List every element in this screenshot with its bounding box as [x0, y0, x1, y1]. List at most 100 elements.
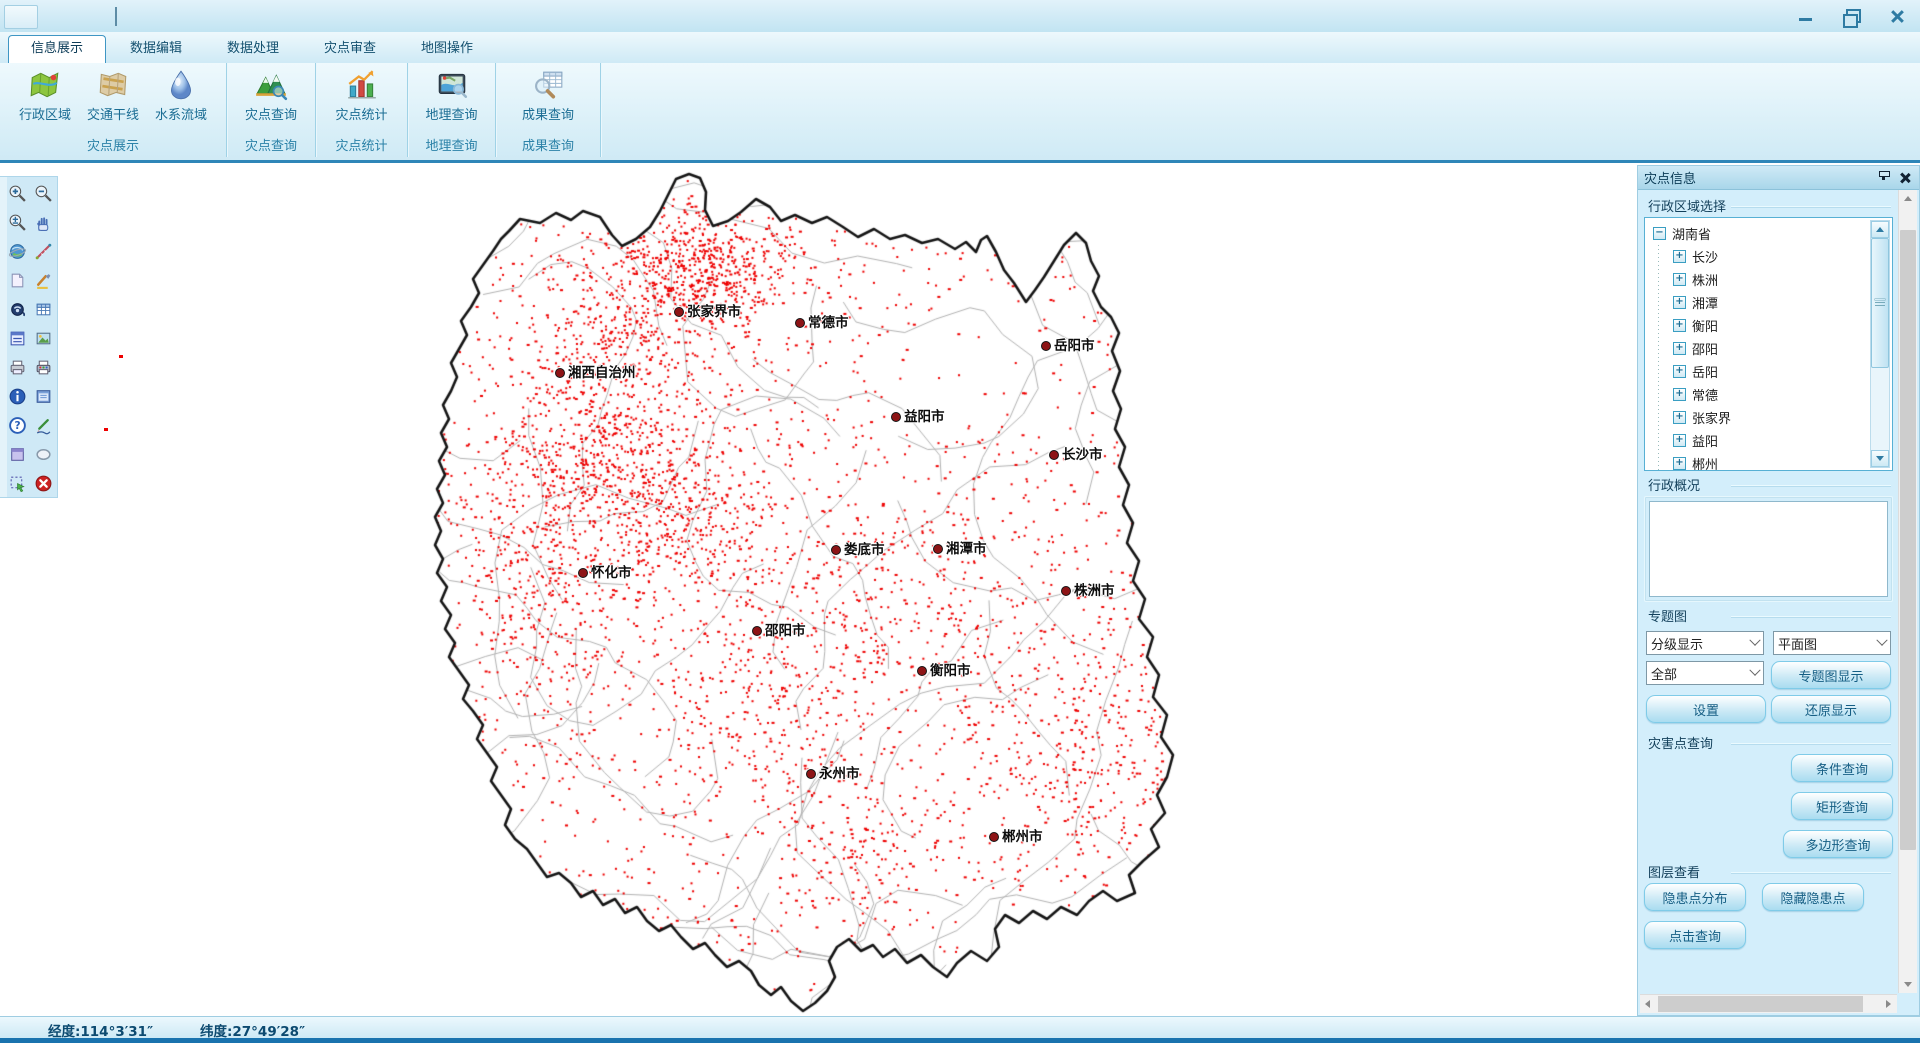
panel-horizontal-scrollbar[interactable] [1640, 994, 1897, 1013]
info-tool[interactable] [5, 384, 29, 408]
pan-tool[interactable] [31, 210, 55, 234]
expand-icon[interactable]: + [1673, 296, 1686, 309]
tree-node-changsha[interactable]: +长沙 [1673, 245, 1892, 268]
tree-node-zhangjiajie[interactable]: +张家界 [1673, 406, 1892, 429]
disaster-stats-button[interactable]: 灾点统计 [328, 66, 396, 123]
brush-tool[interactable] [31, 268, 55, 292]
expand-icon[interactable]: + [1673, 342, 1686, 355]
panel-vertical-scrollbar[interactable] [1898, 190, 1917, 993]
print-setup-tool[interactable] [31, 355, 55, 379]
legend-tool[interactable] [5, 326, 29, 350]
tree-node-yiyang[interactable]: +益阳 [1673, 429, 1892, 452]
delete-tool[interactable] [31, 471, 55, 495]
zoom-in-tool[interactable] [5, 181, 29, 205]
minimize-button[interactable] [1790, 6, 1820, 26]
print-tool[interactable] [5, 355, 29, 379]
tree-node-chenzhou[interactable]: +郴州 [1673, 452, 1892, 471]
ribbon-group-caption: 灾点统计 [316, 135, 407, 154]
stray-point [119, 355, 123, 358]
map-canvas[interactable] [0, 163, 1637, 1016]
overview-textarea[interactable] [1649, 501, 1888, 597]
tree-node-changde[interactable]: +常德 [1673, 383, 1892, 406]
measure-tool[interactable] [31, 239, 55, 263]
tab-disaster-review[interactable]: 灾点审查 [302, 36, 398, 62]
zoom-out-tool[interactable] [31, 181, 55, 205]
result-query-button[interactable]: 成果查询 [514, 66, 582, 123]
tree-node-zhuzhou[interactable]: +株洲 [1673, 268, 1892, 291]
full-extent-tool[interactable] [5, 239, 29, 263]
ribbon-group-caption: 灾点查询 [227, 135, 315, 154]
map-viewport[interactable]: 张家界市常德市岳阳市湘西自治州益阳市长沙市娄底市湘潭市株洲市怀化市邵阳市衡阳市永… [0, 163, 1637, 1016]
panel-window-tool[interactable] [31, 384, 55, 408]
plane-map-select[interactable]: 平面图 [1773, 631, 1891, 655]
rect-select-tool[interactable] [5, 471, 29, 495]
tree-scrollbar[interactable] [1870, 220, 1890, 468]
help-tool[interactable]: ? [5, 413, 29, 437]
expand-icon[interactable]: + [1673, 411, 1686, 424]
sketch-pen-tool[interactable] [31, 413, 55, 437]
polygon-query-button[interactable]: 多边形查询 [1783, 830, 1893, 858]
scroll-thumb[interactable] [1658, 996, 1863, 1012]
chevron-down-icon [1749, 665, 1760, 676]
tree-node-yueyang[interactable]: +岳阳 [1673, 360, 1892, 383]
thematic-show-button[interactable]: 专题图显示 [1771, 661, 1891, 689]
scroll-left-arrow[interactable] [1640, 995, 1657, 1013]
rectangle-query-button[interactable]: 矩形查询 [1791, 792, 1893, 820]
expand-icon[interactable]: + [1673, 365, 1686, 378]
admin-region-button[interactable]: 行政区域 [11, 66, 79, 123]
scroll-right-arrow[interactable] [1880, 995, 1897, 1013]
traffic-lines-button[interactable]: 交通干线 [79, 66, 147, 123]
settings-button[interactable]: 设置 [1646, 695, 1766, 723]
zoom-extent-tool[interactable] [5, 210, 29, 234]
app-icon[interactable] [4, 5, 38, 29]
ribbon-group-caption: 成果查询 [496, 135, 600, 154]
scroll-down-arrow[interactable] [1871, 450, 1889, 467]
scroll-up-arrow[interactable] [1871, 221, 1889, 238]
expand-icon[interactable]: + [1673, 388, 1686, 401]
expand-icon[interactable]: + [1673, 319, 1686, 332]
blank-page-tool[interactable] [5, 268, 29, 292]
tab-data-edit[interactable]: 数据编辑 [108, 36, 204, 62]
collapse-icon[interactable]: − [1653, 227, 1666, 240]
window-tool[interactable] [5, 442, 29, 466]
expand-icon[interactable]: + [1673, 434, 1686, 447]
city-label: 益阳市 [891, 405, 945, 425]
eye-tool[interactable] [5, 297, 29, 321]
expand-icon[interactable]: + [1673, 273, 1686, 286]
measure-pen-icon [34, 242, 53, 261]
ellipse-select-tool[interactable] [31, 442, 55, 466]
close-button[interactable] [1882, 6, 1912, 26]
pin-icon[interactable] [1875, 170, 1891, 186]
application-window: 信息展示 数据编辑 数据处理 灾点审查 地图操作 行政区域 [0, 0, 1920, 1043]
geo-query-button[interactable]: 地理查询 [418, 66, 486, 123]
scroll-thumb[interactable] [1900, 230, 1916, 850]
expand-icon[interactable]: + [1673, 250, 1686, 263]
tree-node-root[interactable]: − 湖南省 [1653, 222, 1892, 245]
hide-hazard-button[interactable]: 隐藏隐患点 [1762, 883, 1864, 911]
panel-close-icon[interactable] [1897, 170, 1913, 186]
scroll-thumb[interactable] [1871, 238, 1889, 368]
disaster-query-button[interactable]: 灾点查询 [237, 66, 305, 123]
restore-display-button[interactable]: 还原显示 [1771, 695, 1891, 723]
export-image-tool[interactable] [31, 326, 55, 350]
city-marker-icon [578, 568, 588, 578]
tab-data-process[interactable]: 数据处理 [205, 36, 301, 62]
all-select[interactable]: 全部 [1646, 661, 1764, 685]
condition-query-button[interactable]: 条件查询 [1791, 754, 1893, 782]
tab-info-display[interactable]: 信息展示 [8, 35, 106, 64]
water-basin-button[interactable]: 水系流域 [147, 66, 215, 123]
attribute-table-tool[interactable] [31, 297, 55, 321]
click-query-button[interactable]: 点击查询 [1644, 921, 1746, 949]
hazard-distribution-button[interactable]: 隐患点分布 [1644, 883, 1746, 911]
tree-node-shaoyang[interactable]: +邵阳 [1673, 337, 1892, 360]
tree-node-xiangtan[interactable]: +湘潭 [1673, 291, 1892, 314]
tab-map-operate[interactable]: 地图操作 [399, 36, 495, 62]
grade-display-select[interactable]: 分级显示 [1646, 631, 1764, 655]
svg-text:?: ? [14, 420, 20, 432]
tree-node-hengyang[interactable]: +衡阳 [1673, 314, 1892, 337]
expand-icon[interactable]: + [1673, 457, 1686, 470]
restore-button[interactable] [1838, 6, 1868, 26]
scroll-down-arrow[interactable] [1899, 976, 1917, 993]
ribbon-group-caption: 地理查询 [408, 135, 495, 154]
scroll-up-arrow[interactable] [1899, 190, 1917, 207]
